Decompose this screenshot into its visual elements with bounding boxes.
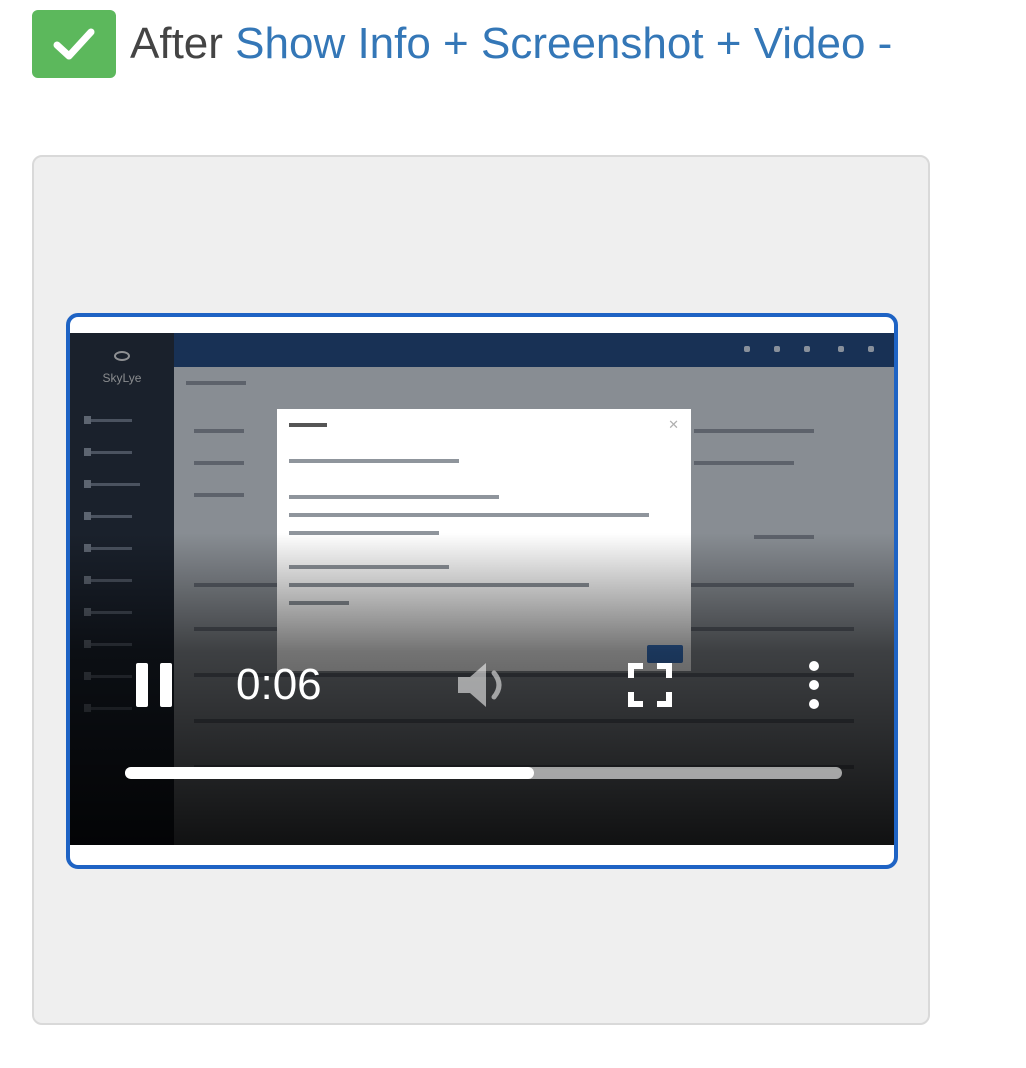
more-options-icon <box>809 680 819 690</box>
after-label: After <box>130 19 223 68</box>
pause-button[interactable] <box>136 663 172 707</box>
pause-icon <box>160 663 172 707</box>
progress-fill <box>125 767 534 779</box>
modal-text-line <box>289 495 499 499</box>
more-options-icon <box>809 699 819 709</box>
header-text: After Show Info + Screenshot + Video - <box>130 10 892 78</box>
close-icon: ✕ <box>668 417 679 432</box>
modal-text-line <box>289 459 459 463</box>
result-header: After Show Info + Screenshot + Video - <box>32 10 892 78</box>
more-options-button[interactable] <box>800 661 828 709</box>
current-time: 0:06 <box>236 660 322 709</box>
pause-icon <box>136 663 148 707</box>
volume-icon <box>458 663 502 707</box>
check-icon <box>32 10 116 78</box>
show-info-link[interactable]: Show Info + Screenshot + Video - <box>235 19 892 68</box>
modal-title <box>289 423 327 427</box>
progress-bar[interactable] <box>125 767 842 779</box>
fullscreen-icon <box>628 663 672 707</box>
modal-text-line <box>289 513 649 517</box>
more-options-icon <box>809 661 819 671</box>
volume-button[interactable] <box>456 659 514 711</box>
video-player[interactable]: SkyLye ✕ 0:06 <box>66 313 898 869</box>
video-screen[interactable]: SkyLye ✕ 0:06 <box>70 333 894 845</box>
fullscreen-button[interactable] <box>628 663 672 707</box>
